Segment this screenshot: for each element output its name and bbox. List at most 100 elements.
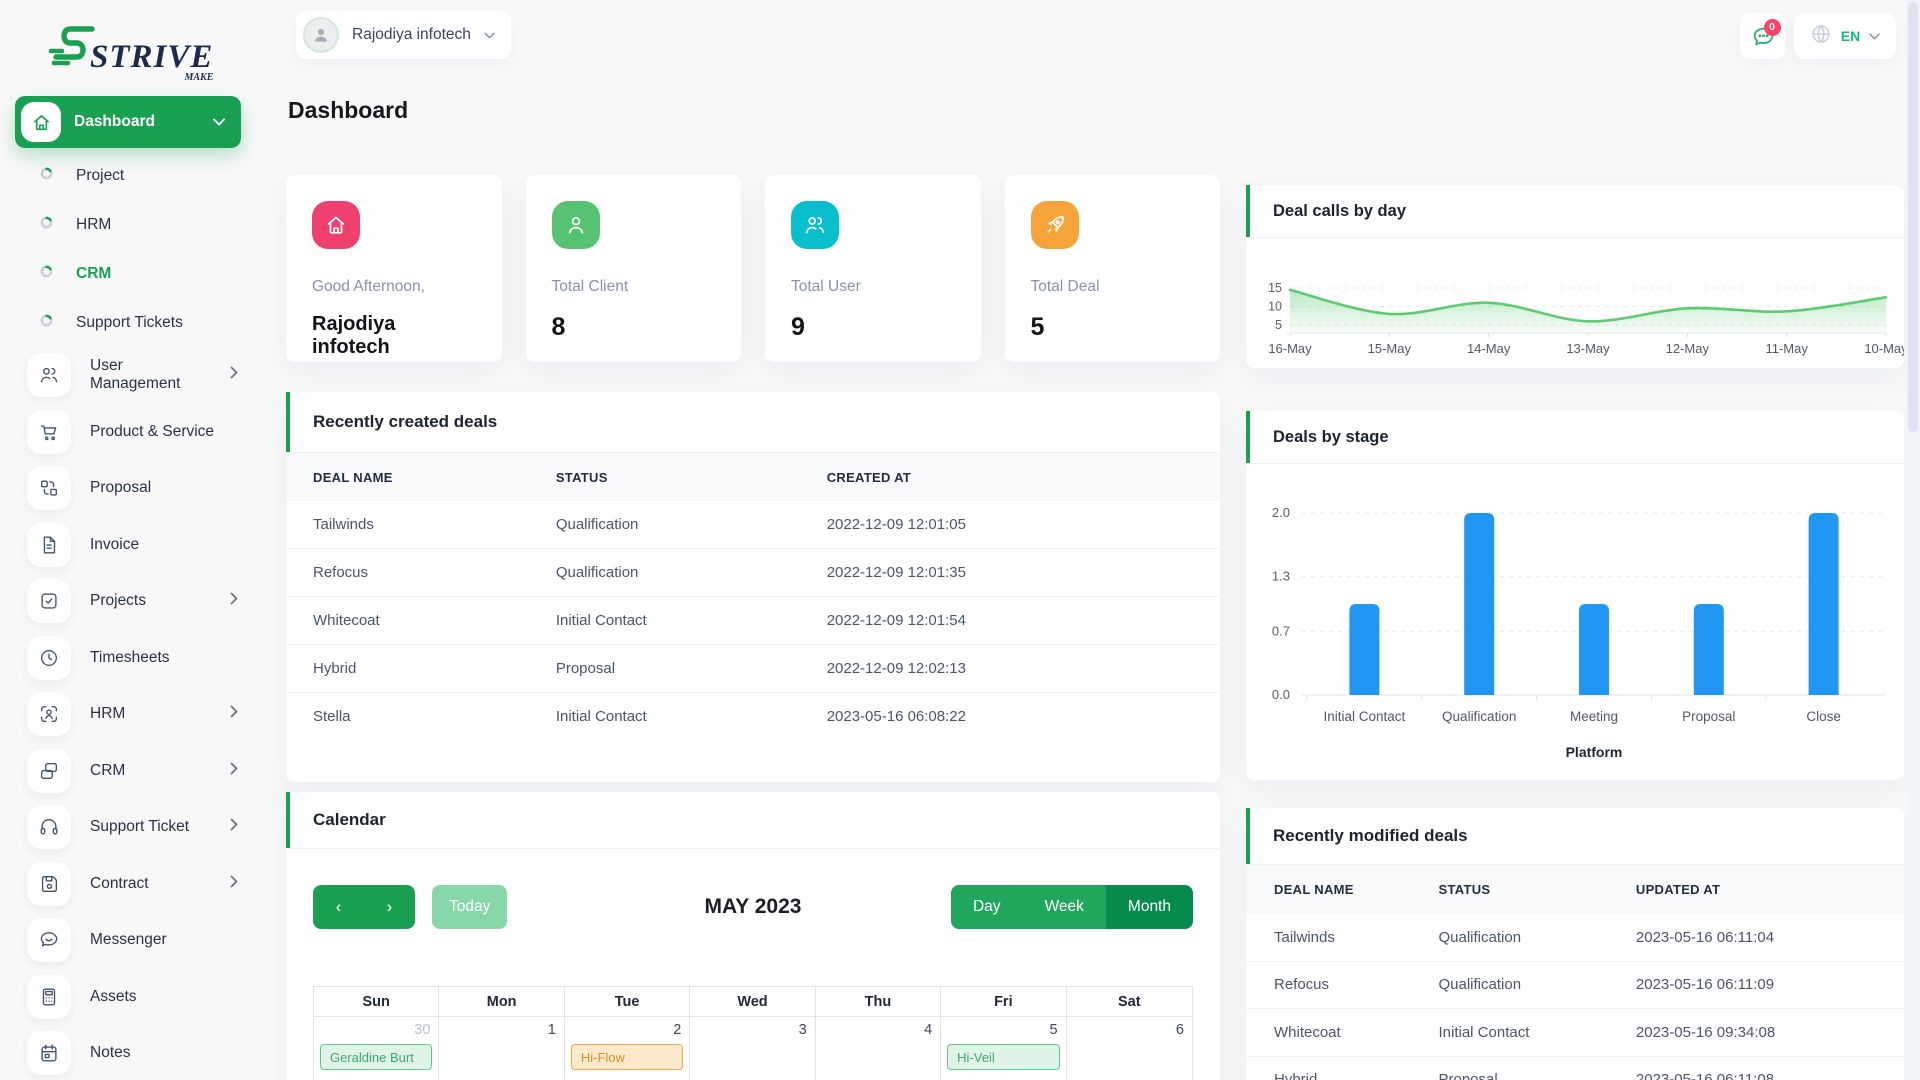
scrollbar[interactable] (1906, 0, 1920, 1080)
created-deal-row[interactable]: Tailwinds Qualification 2022-12-09 12:01:0… (286, 501, 1220, 549)
chat-icon (27, 918, 71, 963)
home-icon (21, 102, 61, 142)
sidebar-item-crm[interactable]: CRM (0, 743, 264, 800)
view-month-button[interactable]: Month (1105, 885, 1193, 929)
accent-bar (1246, 808, 1250, 864)
scrollbar-thumb[interactable] (1908, 2, 1918, 432)
bullet-icon (40, 314, 53, 332)
calendar-day-cell[interactable]: 1 (439, 1016, 565, 1080)
modified-deal-row[interactable]: Hybrid Proposal 2023-05-16 06:11:08 (1246, 1055, 1904, 1080)
calendar-day-cell[interactable]: 3 (690, 1016, 816, 1080)
sidebar-item-projects[interactable]: Projects (0, 573, 264, 630)
svg-text:Close: Close (1806, 709, 1841, 724)
svg-text:13-May: 13-May (1566, 341, 1610, 356)
company-name: Rajodiya infotech (352, 26, 471, 43)
calendar-event[interactable]: Geraldine Burt (320, 1044, 433, 1070)
created-deal-row[interactable]: Whitecoat Initial Contact 2022-12-09 12:01… (286, 596, 1220, 645)
sidebar-item-messenger[interactable]: Messenger (0, 912, 264, 969)
stat-card-value: Rajodiya infotech (312, 313, 396, 358)
sidebar-item-assets[interactable]: Assets (0, 969, 264, 1026)
sidebar-item-dashboard[interactable]: Dashboard (15, 96, 241, 148)
recently-created-deals-table: DEAL NAME STATUS CREATED AT Tailwinds Quali… (286, 453, 1220, 740)
cards-icon (27, 748, 71, 793)
sidebar-item-product-service[interactable]: Product & Service (0, 404, 264, 461)
sidebar-item-label: CRM (76, 264, 112, 282)
sidebar-item-label: CRM (90, 761, 126, 779)
svg-text:Proposal: Proposal (1682, 709, 1735, 724)
calendar-grid: Sun Mon Tue Wed Thu Fri Sat 30 Geraldine Burt … (313, 986, 1193, 1080)
svg-text:11-May: 11-May (1765, 341, 1808, 356)
language-label: EN (1840, 28, 1861, 44)
bar-close (1808, 513, 1839, 695)
svg-text:15: 15 (1268, 281, 1282, 295)
sidebar-item-hrm[interactable]: HRM (0, 686, 264, 743)
deals-by-stage-bar-chart: 2.0 1.3 0.7 0.0 Initial Contact Qualification… (1246, 464, 1904, 781)
sidebar-item-timesheets[interactable]: Timesheets (0, 630, 264, 687)
calendar-day-header: Fri (941, 987, 1067, 1016)
sidebar-item-label: User Management (90, 357, 181, 393)
accent-bar (1246, 411, 1250, 463)
prev-month-button[interactable]: ‹ (313, 885, 364, 929)
calendar-nav-group: ‹ › (313, 885, 415, 929)
calendar-day-cell[interactable]: 2 Hi-Flow (564, 1016, 691, 1080)
sidebar-item-label: HRM (90, 705, 126, 723)
sidebar-item-label: Support Ticket (90, 818, 190, 836)
recently-modified-deals-panel: Recently modified deals DEAL NAME STATUS U… (1246, 808, 1904, 1080)
sidebar-simple-list: Project HRM CRM Support Tickets (0, 151, 264, 347)
calendar-day-number: 3 (798, 1022, 807, 1038)
next-month-button[interactable]: › (364, 885, 415, 929)
svg-text:16-May: 16-May (1268, 341, 1312, 356)
chevron-right-icon (230, 705, 238, 723)
chevron-down-icon (213, 113, 225, 131)
accent-bar (1246, 185, 1250, 237)
chevron-down-icon (484, 32, 495, 38)
view-week-button[interactable]: Week (1022, 885, 1106, 929)
sidebar-item-contract[interactable]: Contract (0, 856, 264, 913)
modified-deal-column-header: STATUS (1410, 865, 1608, 914)
panel-title: Calendar (313, 810, 386, 829)
page-title: Dashboard (288, 97, 409, 123)
chat-icon: 0 (1751, 18, 1781, 49)
language-selector[interactable]: EN (1794, 13, 1896, 59)
sidebar-item-project[interactable]: Project (0, 151, 264, 200)
panel-header: Calendar (286, 792, 1220, 849)
calendar-panel: Calendar ‹ › Today MAY 2023 Day Week Month… (286, 792, 1220, 1080)
modified-deal-row[interactable]: Whitecoat Initial Contact 2023-05-16 09:34… (1246, 1008, 1904, 1056)
calendar-day-cell[interactable]: 4 (815, 1016, 942, 1080)
calendar-day-cell[interactable]: 30 Geraldine Burt (314, 1016, 440, 1080)
sidebar-item-support-ticket[interactable]: Support Ticket (0, 799, 264, 856)
modified-deal-row[interactable]: Refocus Qualification 2023-05-16 06:11:09 (1246, 960, 1904, 1009)
sidebar-item-notes[interactable]: Notes (0, 1025, 264, 1080)
messages-button[interactable]: 0 (1740, 13, 1786, 59)
panel-title: Recently created deals (313, 412, 498, 431)
sidebar-item-invoice[interactable]: Invoice (0, 517, 264, 574)
view-day-button[interactable]: Day (950, 885, 1023, 929)
created-deal-row[interactable]: Stella Initial Contact 2023-05-16 06:08:22 (286, 692, 1220, 740)
stat-card-total-deal: Total Deal 5 (1004, 175, 1220, 362)
sidebar-item-user-management[interactable]: User Management (0, 347, 264, 404)
calendar-day-cell[interactable]: 6 (1066, 1016, 1192, 1080)
calendar-event[interactable]: Hi-Flow (570, 1044, 684, 1070)
bullet-icon (40, 167, 53, 185)
created-deal-row[interactable]: Hybrid Proposal 2022-12-09 12:02:13 (286, 644, 1220, 693)
calendar-event[interactable]: Hi-Veil (947, 1044, 1060, 1070)
calendar-day-header: Mon (439, 987, 565, 1016)
sidebar-item-proposal[interactable]: Proposal (0, 460, 264, 517)
svg-text:14-May: 14-May (1467, 341, 1511, 356)
panel-header: Recently created deals (286, 392, 1220, 453)
sidebar-item-support-tickets[interactable]: Support Tickets (0, 298, 264, 347)
calendar-day-cell[interactable]: 5 Hi-Veil (941, 1016, 1067, 1080)
chevron-right-icon (230, 366, 238, 384)
sidebar-item-hrm[interactable]: HRM (0, 200, 264, 249)
modified-deal-row[interactable]: Tailwinds Qualification 2023-05-16 06:11:0… (1246, 914, 1904, 961)
created-deal-row[interactable]: Refocus Qualification 2022-12-09 12:01:35 (286, 548, 1220, 597)
sidebar-item-crm[interactable]: CRM (0, 249, 264, 298)
globe-icon (1810, 23, 1832, 50)
today-button[interactable]: Today (432, 885, 508, 929)
calendar-day-number: 6 (1175, 1022, 1184, 1038)
company-selector[interactable]: Rajodiya infotech (296, 11, 511, 59)
accent-bar (286, 392, 290, 452)
brand-logo[interactable]: STRIVE MAKE (48, 22, 213, 83)
deals-by-stage-panel: Deals by stage 2.0 1.3 0.7 0.0 Initial Conta… (1246, 411, 1904, 780)
chevron-right-icon (230, 762, 238, 780)
